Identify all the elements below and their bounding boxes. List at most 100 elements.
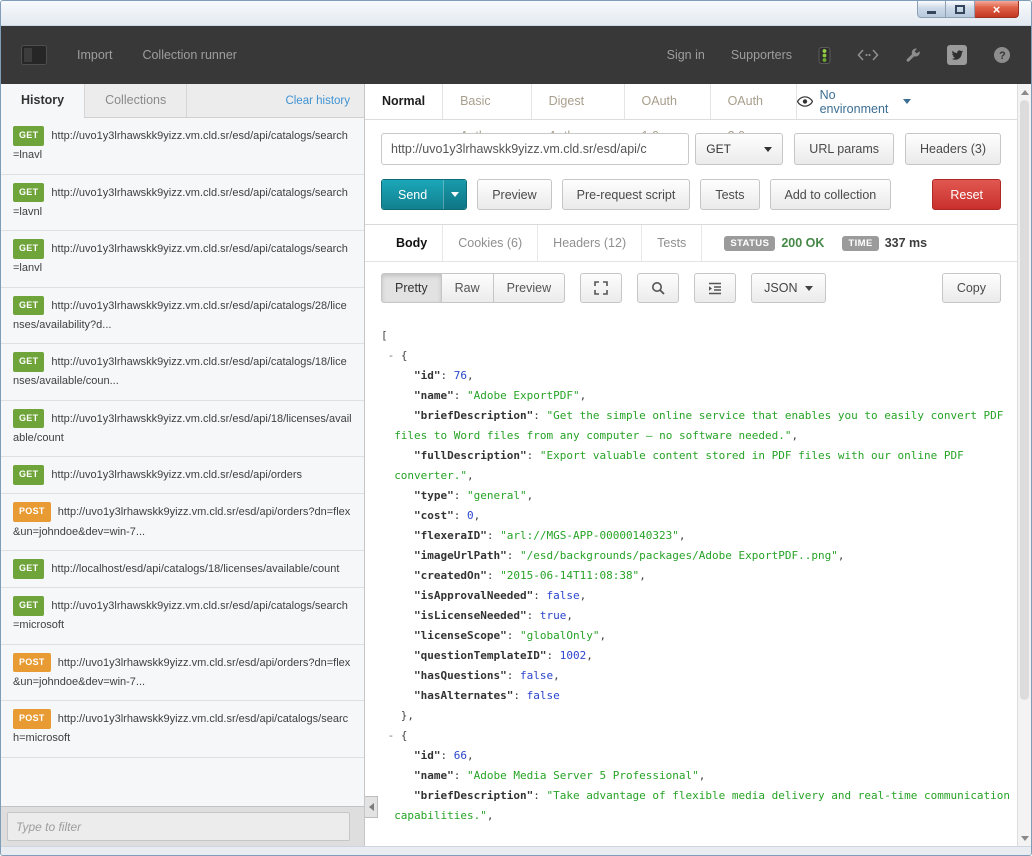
scrollbar-down-button[interactable] <box>1018 831 1031 846</box>
history-url: http://uvo1y3lrhawskk9yizz.vm.cld.sr/esd… <box>13 243 348 274</box>
app-menu-icon[interactable] <box>21 45 47 65</box>
json-line: "isLicenseNeeded": true, <box>381 606 1017 626</box>
tab-headers[interactable]: Headers (12) <box>538 225 642 261</box>
format-button[interactable] <box>694 273 736 303</box>
history-url: http://uvo1y3lrhawskk9yizz.vm.cld.sr/esd… <box>13 187 348 218</box>
json-token: "2015-06-14T11:08:38" <box>500 569 639 582</box>
copy-button[interactable]: Copy <box>942 273 1001 303</box>
filter-row <box>1 806 364 846</box>
method-badge: POST <box>13 502 51 522</box>
tab-collections[interactable]: Collections <box>85 84 187 117</box>
help-icon[interactable]: ? <box>993 46 1011 64</box>
add-to-collection-button[interactable]: Add to collection <box>770 179 892 210</box>
tab-oauth-2[interactable]: OAuth 2.0 <box>711 84 797 119</box>
collapse-toggle-icon[interactable]: - <box>388 729 401 742</box>
preview-button[interactable]: Preview <box>477 179 551 210</box>
send-button[interactable]: Send <box>382 180 443 209</box>
url-input[interactable] <box>381 133 689 165</box>
search-icon <box>651 281 665 295</box>
collection-runner-button[interactable]: Collection runner <box>142 48 237 62</box>
response-meta: STATUS 200 OK TIME 337 ms <box>724 225 927 261</box>
format-value: JSON <box>764 281 797 295</box>
json-token: 66 <box>454 749 467 762</box>
scrollbar-track[interactable] <box>1017 84 1031 846</box>
tab-basic-auth[interactable]: Basic Auth <box>443 84 532 119</box>
headers-button[interactable]: Headers (3) <box>905 133 1001 165</box>
traffic-light-icon[interactable] <box>818 47 831 64</box>
collapse-sidebar-button[interactable] <box>365 796 378 818</box>
clear-history-link[interactable]: Clear history <box>285 95 364 107</box>
history-item[interactable]: GEThttp://uvo1y3lrhawskk9yizz.vm.cld.sr/… <box>1 175 364 232</box>
json-token: "Export valuable content stored in PDF f… <box>540 449 964 462</box>
history-item[interactable]: GEThttp://uvo1y3lrhawskk9yizz.vm.cld.sr/… <box>1 344 364 401</box>
request-action-row: Send Preview Pre-request script Tests Ad… <box>365 170 1017 225</box>
preview-view-button[interactable]: Preview <box>493 273 565 303</box>
filter-input[interactable] <box>7 812 350 841</box>
method-badge: GET <box>13 296 44 316</box>
raw-view-button[interactable]: Raw <box>441 273 494 303</box>
scrollbar-up-button[interactable] <box>1018 84 1031 99</box>
scrollbar-space[interactable] <box>1018 701 1031 831</box>
tab-history[interactable]: History <box>1 84 85 118</box>
send-options-button[interactable] <box>443 180 466 209</box>
json-token: : <box>454 769 467 782</box>
scrollbar-thumb[interactable] <box>1020 100 1029 700</box>
history-item[interactable]: GEThttp://uvo1y3lrhawskk9yizz.vm.cld.sr/… <box>1 118 364 175</box>
method-select[interactable]: GET <box>695 133 783 165</box>
url-params-button[interactable]: URL params <box>794 133 894 165</box>
tab-tests[interactable]: Tests <box>642 225 702 261</box>
method-badge: GET <box>13 352 44 372</box>
history-url: http://uvo1y3lrhawskk9yizz.vm.cld.sr/esd… <box>13 506 350 537</box>
expand-button[interactable] <box>580 273 622 303</box>
format-select[interactable]: JSON <box>751 273 826 303</box>
minimize-button[interactable] <box>917 1 946 18</box>
json-token: "hasQuestions" <box>414 669 507 682</box>
history-item[interactable]: GEThttp://uvo1y3lrhawskk9yizz.vm.cld.sr/… <box>1 401 364 458</box>
json-token: , <box>474 509 481 522</box>
json-token: , <box>599 629 606 642</box>
history-item[interactable]: POSThttp://uvo1y3lrhawskk9yizz.vm.cld.sr… <box>1 494 364 551</box>
pretty-view-button[interactable]: Pretty <box>381 273 442 303</box>
history-item[interactable]: GEThttp://uvo1y3lrhawskk9yizz.vm.cld.sr/… <box>1 457 364 494</box>
method-badge: GET <box>13 409 44 429</box>
sign-in-button[interactable]: Sign in <box>667 48 705 62</box>
twitter-icon[interactable] <box>947 45 967 65</box>
search-button[interactable] <box>637 273 679 303</box>
app-header-left: Import Collection runner <box>21 45 237 65</box>
prerequest-script-button[interactable]: Pre-request script <box>562 179 691 210</box>
environment-selector[interactable]: No environment <box>797 84 911 119</box>
history-list: GEThttp://uvo1y3lrhawskk9yizz.vm.cld.sr/… <box>1 118 364 806</box>
supporters-button[interactable]: Supporters <box>731 48 792 62</box>
maximize-button[interactable] <box>946 1 975 18</box>
json-token: "name" <box>414 389 454 402</box>
history-item[interactable]: GEThttp://uvo1y3lrhawskk9yizz.vm.cld.sr/… <box>1 588 364 645</box>
tab-body[interactable]: Body <box>381 225 443 261</box>
response-tabs: Body Cookies (6) Headers (12) Tests STAT… <box>365 225 1017 262</box>
socket-icon[interactable] <box>857 49 879 61</box>
reset-button[interactable]: Reset <box>932 179 1001 210</box>
history-url: http://uvo1y3lrhawskk9yizz.vm.cld.sr/esd… <box>13 356 347 387</box>
window-bottom-frame <box>1 846 1031 855</box>
history-item[interactable]: POSThttp://uvo1y3lrhawskk9yizz.vm.cld.sr… <box>1 701 364 758</box>
tab-normal[interactable]: Normal <box>365 84 443 119</box>
json-token: : <box>454 489 467 502</box>
expand-icon <box>594 281 608 295</box>
import-button[interactable]: Import <box>77 48 112 62</box>
json-token: , <box>467 749 474 762</box>
arrow-up-icon <box>1021 86 1029 95</box>
tab-digest-auth[interactable]: Digest Auth <box>532 84 625 119</box>
json-token: , <box>838 549 845 562</box>
tests-button[interactable]: Tests <box>700 179 759 210</box>
tab-cookies[interactable]: Cookies (6) <box>443 225 538 261</box>
close-button[interactable] <box>975 1 1019 18</box>
collapse-toggle-icon[interactable]: - <box>388 349 401 362</box>
wrench-icon[interactable] <box>905 47 921 63</box>
history-item[interactable]: GEThttp://uvo1y3lrhawskk9yizz.vm.cld.sr/… <box>1 231 364 288</box>
chevron-down-icon <box>451 192 459 201</box>
tab-oauth-1[interactable]: OAuth 1.0 <box>625 84 711 119</box>
history-url: http://uvo1y3lrhawskk9yizz.vm.cld.sr/esd… <box>13 657 350 688</box>
json-line: - { <box>381 726 1017 746</box>
history-item[interactable]: POSThttp://uvo1y3lrhawskk9yizz.vm.cld.sr… <box>1 645 364 702</box>
history-item[interactable]: GEThttp://localhost/esd/api/catalogs/18/… <box>1 551 364 588</box>
history-item[interactable]: GEThttp://uvo1y3lrhawskk9yizz.vm.cld.sr/… <box>1 288 364 345</box>
